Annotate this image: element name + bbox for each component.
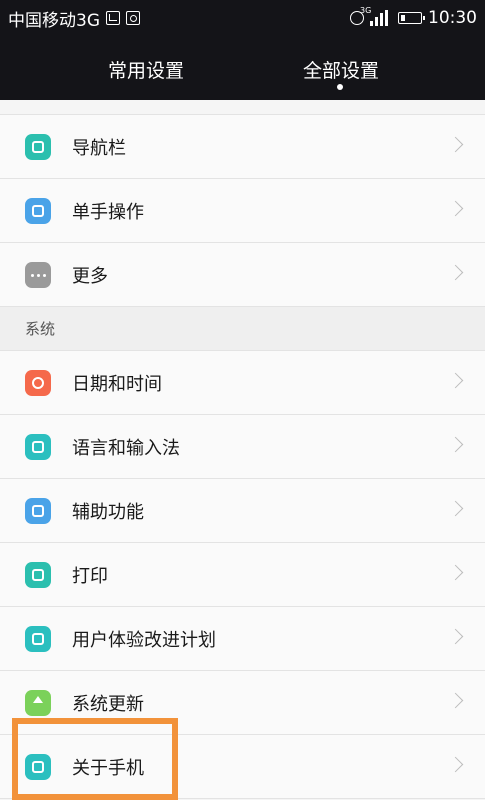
language-icon [25, 433, 51, 460]
signal-icon: 3G [360, 6, 388, 26]
chevron-right-icon [447, 500, 464, 517]
tab-bar: 常用设置 全部设置 [0, 36, 485, 100]
chevron-right-icon [447, 200, 464, 217]
settings-item-system-update[interactable]: 系统更新 [0, 671, 485, 735]
carrier-label: 中国移动3G [8, 10, 100, 31]
tab-all-settings[interactable]: 全部设置 [303, 56, 379, 83]
user-experience-icon [25, 625, 51, 652]
chevron-right-icon [447, 372, 464, 389]
settings-item-navigation-bar[interactable]: 导航栏 [0, 115, 485, 179]
accessibility-icon [25, 497, 51, 524]
settings-item-label: 语言和输入法 [72, 437, 180, 459]
settings-item-label: 系统更新 [72, 693, 144, 715]
settings-item-label: 辅助功能 [72, 501, 144, 523]
settings-item-label: 导航栏 [72, 137, 126, 159]
chevron-right-icon [447, 756, 464, 773]
tab-common-settings[interactable]: 常用设置 [108, 56, 184, 83]
network-type-label: 3G [360, 6, 372, 15]
printer-icon [25, 561, 51, 588]
chevron-right-icon [447, 264, 464, 281]
settings-item-label: 日期和时间 [72, 373, 162, 395]
settings-item-date-time[interactable]: 日期和时间 [0, 351, 485, 415]
chevron-right-icon [447, 628, 464, 645]
settings-item-label: 用户体验改进计划 [72, 629, 216, 651]
camera-icon [126, 11, 140, 25]
phone-icon [25, 753, 51, 780]
list-top-gap [0, 100, 485, 115]
battery-icon [398, 12, 425, 24]
active-tab-indicator [337, 84, 343, 90]
settings-item-language-input[interactable]: 语言和输入法 [0, 415, 485, 479]
settings-item-print[interactable]: 打印 [0, 543, 485, 607]
clock-icon [25, 369, 51, 396]
chevron-right-icon [447, 564, 464, 581]
more-icon [25, 261, 51, 288]
settings-item-about-phone[interactable]: 关于手机 [0, 735, 485, 799]
chevron-right-icon [447, 692, 464, 709]
settings-item-label: 关于手机 [72, 757, 144, 779]
settings-item-user-experience[interactable]: 用户体验改进计划 [0, 607, 485, 671]
chevron-right-icon [447, 136, 464, 153]
settings-item-label: 打印 [72, 565, 108, 587]
image-icon [106, 11, 120, 25]
status-right: 3G 10:30 [350, 6, 477, 28]
settings-item-label: 单手操作 [72, 201, 144, 223]
settings-item-one-hand[interactable]: 单手操作 [0, 179, 485, 243]
status-bar: 中国移动3G 3G 10:30 [0, 0, 485, 36]
settings-item-more[interactable]: 更多 [0, 243, 485, 307]
navigation-bar-icon [25, 133, 51, 160]
status-left: 中国移动3G [8, 6, 140, 31]
section-header-system: 系统 [0, 307, 485, 351]
settings-item-label: 更多 [72, 265, 108, 287]
settings-list: 导航栏 单手操作 更多 系统 日期和时间 语言和输入法 辅助功能 打印 用户体验… [0, 100, 485, 799]
section-title: 系统 [25, 320, 56, 338]
chevron-right-icon [447, 436, 464, 453]
one-hand-icon [25, 197, 51, 224]
clock-time: 10:30 [428, 8, 477, 28]
settings-item-accessibility[interactable]: 辅助功能 [0, 479, 485, 543]
system-update-icon [25, 689, 51, 716]
